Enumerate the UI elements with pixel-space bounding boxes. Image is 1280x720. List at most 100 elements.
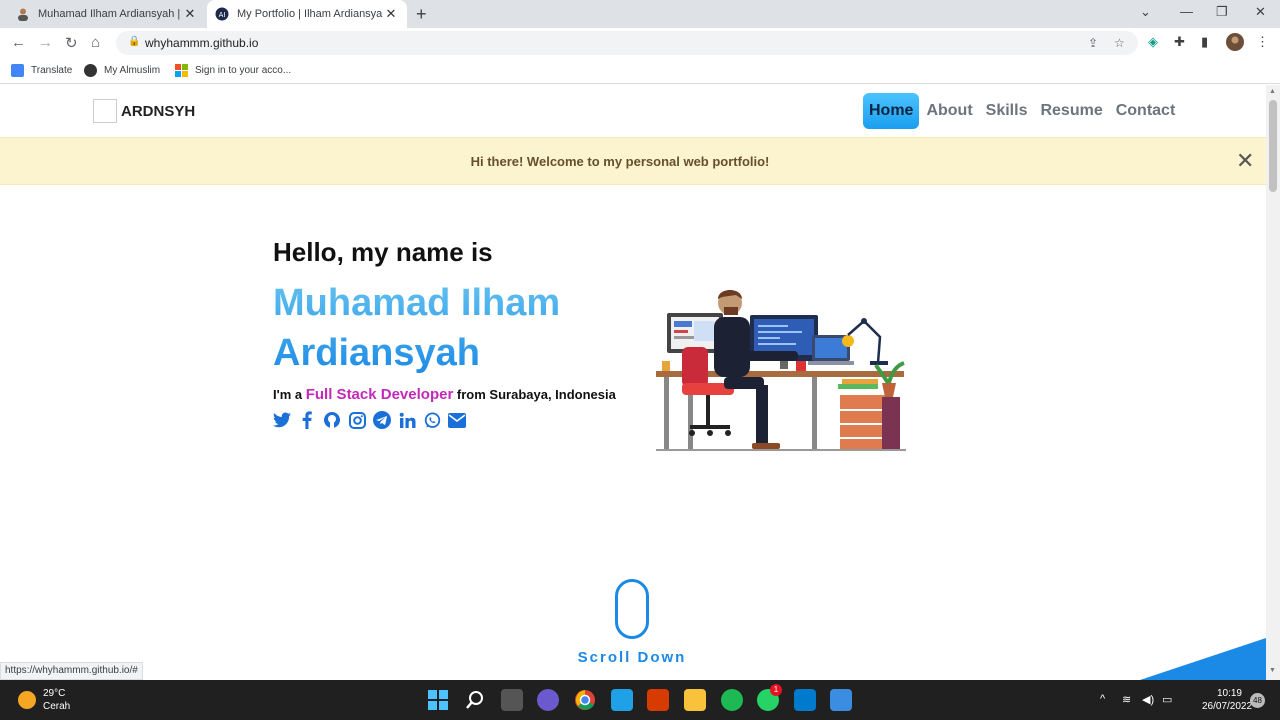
- tab-close-icon[interactable]: ✕: [383, 6, 399, 22]
- share-icon[interactable]: ⇪: [1088, 36, 1098, 50]
- launcher-l-icon[interactable]: [611, 689, 633, 711]
- brand-name: ARDNSYH: [121, 102, 196, 120]
- sun-cloud-icon: [18, 691, 36, 709]
- office-icon[interactable]: [647, 689, 669, 711]
- whatsapp-icon[interactable]: [423, 411, 441, 429]
- whatsapp-badge: 1: [770, 684, 782, 696]
- tab-close-icon[interactable]: ✕: [182, 6, 198, 22]
- address-bar[interactable]: 🔒 whyhammm.github.io ⇪ ☆: [116, 31, 1138, 55]
- nav-contact[interactable]: Contact: [1110, 93, 1182, 129]
- url-text[interactable]: whyhammm.github.io: [145, 36, 258, 50]
- page-viewport: ARDNSYH Home About Skills Resume Contact…: [0, 85, 1266, 680]
- start-windows-icon[interactable]: [427, 689, 449, 711]
- new-tab-icon[interactable]: +: [416, 4, 427, 25]
- brand[interactable]: ARDNSYH: [93, 99, 195, 123]
- nav-resume[interactable]: Resume: [1034, 93, 1108, 129]
- corner-decoration: [1140, 638, 1266, 680]
- minimize-icon[interactable]: —: [1180, 4, 1193, 19]
- twitter-icon[interactable]: [273, 411, 291, 429]
- facebook-icon[interactable]: [298, 411, 316, 429]
- profile-avatar[interactable]: [1226, 33, 1244, 54]
- developer-illustration: [656, 290, 906, 451]
- nav-skills[interactable]: Skills: [980, 93, 1034, 129]
- site-favicon-icon: AI: [215, 7, 229, 21]
- mouse-scroll-icon: [615, 579, 649, 639]
- status-link-preview: https://whyhammm.github.io/#: [0, 662, 143, 680]
- temperature: 29°C: [43, 688, 66, 699]
- battery-icon[interactable]: ▭: [1162, 693, 1172, 706]
- browser-toolbar: ← → ↻ ⌂ 🔒 whyhammm.github.io ⇪ ☆ ◈ ✚ ▮ ⋮: [0, 28, 1280, 58]
- site-nav-menu: Home About Skills Resume Contact: [863, 93, 1182, 129]
- search-icon[interactable]: [464, 689, 486, 711]
- tagline-suffix: from Surabaya, Indonesia: [456, 387, 616, 402]
- volume-icon[interactable]: ◀): [1142, 693, 1154, 706]
- page-scrollbar[interactable]: ▲ ▼: [1266, 85, 1280, 680]
- task-view-icon[interactable]: [501, 689, 523, 711]
- extension-icon[interactable]: ◈: [1148, 34, 1158, 50]
- window-close-icon[interactable]: ✕: [1255, 4, 1266, 20]
- tab-search-chevron-icon[interactable]: ⌄: [1140, 4, 1151, 20]
- scroll-down-label: Scroll Down: [577, 649, 687, 666]
- scrollbar-thumb[interactable]: [1269, 100, 1277, 192]
- bookmark-star-icon[interactable]: ☆: [1114, 36, 1125, 50]
- avatar-favicon-icon: [16, 7, 30, 21]
- tray-chevron-icon[interactable]: ^: [1100, 693, 1105, 705]
- browser-tab-bar: Muhamad Ilham Ardiansyah | Portfolio ✕ A…: [0, 0, 1280, 28]
- home-icon[interactable]: ⌂: [91, 34, 100, 51]
- photos-icon[interactable]: [830, 689, 852, 711]
- email-icon[interactable]: [448, 411, 466, 429]
- spotify-icon[interactable]: [721, 689, 743, 711]
- side-panel-icon[interactable]: ▮: [1201, 34, 1208, 50]
- bookmark-label: Sign in to your acco...: [195, 65, 292, 76]
- notification-count[interactable]: 48: [1250, 693, 1265, 708]
- tab-portfolio-old[interactable]: Muhamad Ilham Ardiansyah | Portfolio ✕: [8, 0, 206, 28]
- bookmark-sign-in[interactable]: Sign in to your acco...: [175, 64, 291, 77]
- lock-icon: 🔒: [128, 36, 141, 47]
- scroll-down-arrow-icon[interactable]: ▼: [1269, 667, 1276, 674]
- tab-title: My Portfolio | Ilham Ardiansyah: [237, 8, 383, 20]
- nav-about[interactable]: About: [920, 93, 978, 129]
- vscode-icon[interactable]: [794, 689, 816, 711]
- microsoft-icon: [175, 64, 188, 77]
- telegram-icon[interactable]: [373, 411, 391, 429]
- bookmark-my-almuslim[interactable]: My Almuslim: [84, 64, 160, 77]
- alert-message: Hi there! Welcome to my personal web por…: [470, 154, 770, 169]
- file-explorer-icon[interactable]: [684, 689, 706, 711]
- instagram-icon[interactable]: [348, 411, 366, 429]
- bookmark-translate[interactable]: Translate: [11, 64, 72, 77]
- scroll-down-hint[interactable]: Scroll Down: [576, 579, 688, 666]
- menu-kebab-icon[interactable]: ⋮: [1256, 34, 1269, 50]
- puzzle-extensions-icon[interactable]: ✚: [1174, 34, 1185, 50]
- role-highlight: Full Stack Developer: [305, 386, 454, 403]
- tagline-prefix: I'm a: [273, 387, 303, 402]
- translate-icon: [11, 64, 24, 77]
- weather-widget[interactable]: 29°C Cerah: [18, 687, 70, 713]
- clock-time: 10:19: [1216, 688, 1242, 699]
- tab-title: Muhamad Ilham Ardiansyah | Portfolio: [38, 8, 182, 20]
- reload-icon[interactable]: ↻: [65, 34, 78, 52]
- whatsapp-taskbar-icon[interactable]: 1: [757, 684, 782, 711]
- system-clock[interactable]: 10:19 26/07/2022: [1202, 687, 1252, 713]
- bookmark-label: Translate: [31, 65, 73, 76]
- alert-close-icon[interactable]: ✕: [1236, 150, 1254, 172]
- nav-home[interactable]: Home: [863, 93, 920, 129]
- back-icon[interactable]: ←: [11, 34, 26, 51]
- scroll-up-arrow-icon[interactable]: ▲: [1269, 88, 1276, 95]
- welcome-alert: Hi there! Welcome to my personal web por…: [0, 137, 1266, 185]
- globe-icon: [84, 64, 97, 77]
- tagline: I'm a Full Stack Developer from Surabaya…: [273, 386, 653, 403]
- linkedin-icon[interactable]: [398, 411, 416, 429]
- teams-chat-icon[interactable]: [537, 689, 559, 711]
- weather-text: 29°C Cerah: [43, 687, 70, 713]
- windows-taskbar: 29°C Cerah 1 ^ ≋ ◀) ▭ 10:19 26/07/2022 4…: [0, 680, 1280, 720]
- github-icon[interactable]: [323, 411, 341, 429]
- maximize-icon[interactable]: ❐: [1216, 4, 1228, 20]
- forward-icon[interactable]: →: [38, 34, 53, 51]
- full-name: Muhamad Ilham Ardiansyah: [273, 278, 653, 378]
- tab-portfolio-active[interactable]: AI My Portfolio | Ilham Ardiansyah ✕: [207, 0, 407, 28]
- chrome-icon[interactable]: [574, 689, 596, 711]
- brand-logo-broken-image: [93, 99, 117, 123]
- wifi-icon[interactable]: ≋: [1122, 693, 1131, 706]
- clock-date: 26/07/2022: [1202, 701, 1253, 712]
- bookmarks-bar: Translate My Almuslim Sign in to your ac…: [0, 58, 1280, 84]
